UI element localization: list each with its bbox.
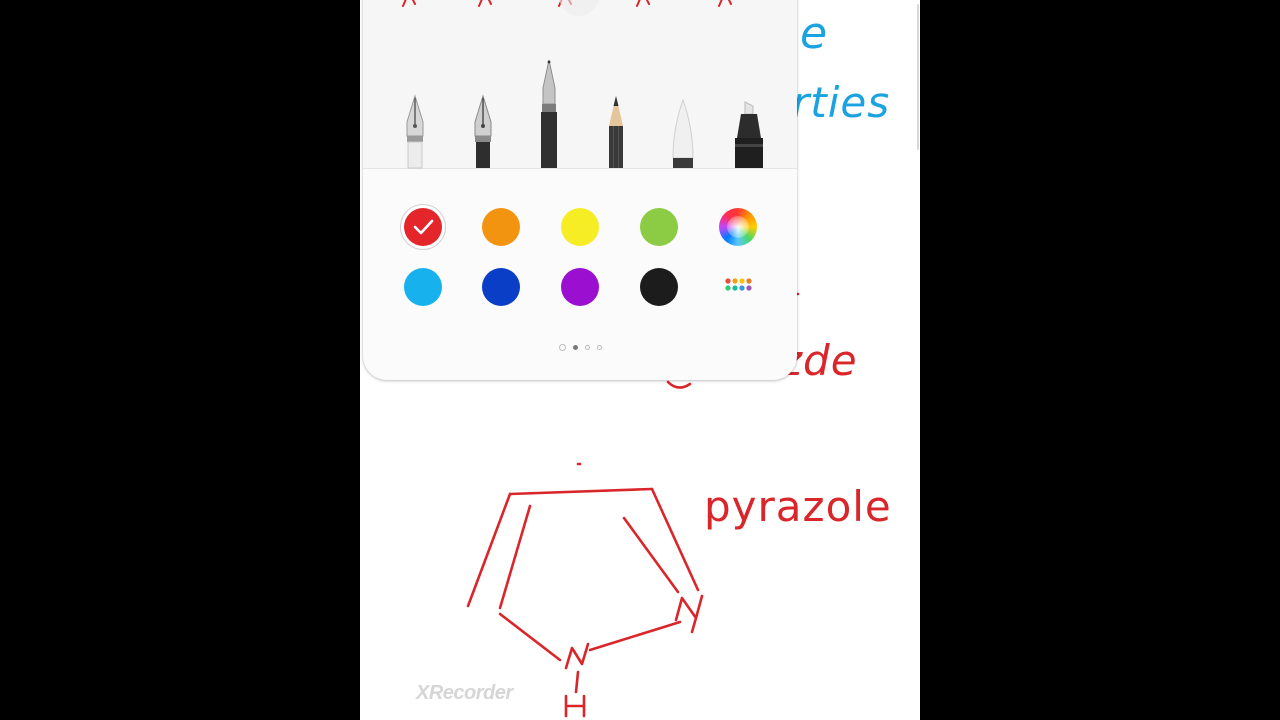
fountain-pen-dark-icon[interactable] bbox=[469, 94, 497, 170]
page-dot-1[interactable] bbox=[559, 344, 566, 351]
stray-mark bbox=[666, 380, 692, 389]
pen-type-strip bbox=[363, 0, 797, 169]
watermark-text: XRecorder bbox=[416, 682, 513, 704]
ring-left-bond bbox=[466, 492, 512, 608]
color-swatch-red[interactable] bbox=[404, 208, 442, 246]
color-swatch-green[interactable] bbox=[640, 208, 678, 246]
color-swatch-light-blue[interactable] bbox=[404, 268, 442, 306]
page-dot-4[interactable] bbox=[597, 345, 602, 350]
canvas-scrollbar[interactable] bbox=[916, 0, 920, 150]
highlighter-marker-icon[interactable] bbox=[733, 100, 765, 170]
nitrogen-bottom-N bbox=[564, 642, 590, 670]
ring-lower-left-bond bbox=[498, 612, 562, 662]
scrollbar-thumb[interactable] bbox=[917, 4, 919, 150]
more-colors-palette-icon[interactable] bbox=[719, 268, 757, 306]
ring-top-bond bbox=[508, 487, 654, 496]
stroke-preview bbox=[402, 0, 732, 16]
pen-settings-panel bbox=[363, 0, 797, 380]
ring-right-bond bbox=[650, 487, 700, 592]
check-icon bbox=[413, 219, 434, 235]
color-swatch-yellow[interactable] bbox=[561, 208, 599, 246]
page-dot-3[interactable] bbox=[585, 345, 590, 350]
fountain-pen-light-icon[interactable] bbox=[401, 94, 429, 170]
color-swatch-black[interactable] bbox=[640, 268, 678, 306]
color-swatch-blue[interactable] bbox=[482, 268, 520, 306]
hydrogen-H bbox=[564, 694, 586, 718]
page-dot-2[interactable] bbox=[573, 345, 578, 350]
ring-lower-right-bond bbox=[588, 620, 682, 652]
page-indicator bbox=[557, 343, 607, 353]
n-h-bond bbox=[574, 670, 580, 694]
color-swatch-purple[interactable] bbox=[561, 268, 599, 306]
ballpoint-pen-icon[interactable] bbox=[535, 58, 563, 170]
color-swatches bbox=[363, 170, 797, 330]
color-spectrum-picker[interactable] bbox=[719, 208, 757, 246]
pencil-icon[interactable] bbox=[603, 94, 629, 170]
nitrogen-right-N bbox=[674, 594, 704, 634]
calligraphy-brush-icon[interactable] bbox=[669, 98, 697, 170]
inner-left-double-bond bbox=[498, 504, 532, 610]
color-swatch-orange[interactable] bbox=[482, 208, 520, 246]
